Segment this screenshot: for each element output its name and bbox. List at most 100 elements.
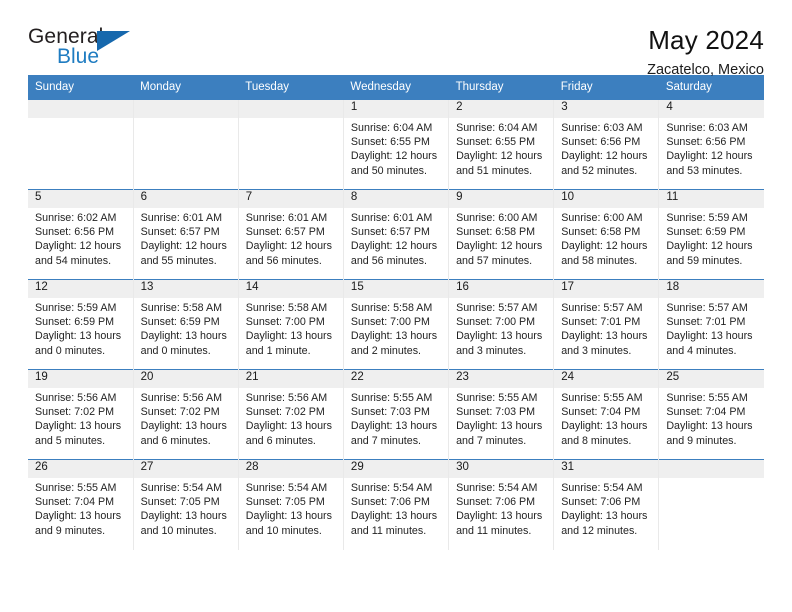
daylight-duration-line2: and 11 minutes. (456, 524, 532, 537)
day-number: 3 (554, 100, 659, 118)
day-number: 14 (238, 280, 343, 298)
day-cell[interactable]: 21 Sunrise: 5:56 AM Sunset: 7:02 PM Dayligh… (237, 369, 344, 460)
daylight-duration-line2: and 9 minutes. (666, 434, 737, 447)
day-cell[interactable]: 8 Sunrise: 6:01 AM Sunset: 6:57 PM Daylight… (342, 189, 449, 280)
day-cell[interactable]: 19 Sunrise: 5:56 AM Sunset: 7:02 PM Dayligh… (28, 369, 134, 460)
sunset-time: Sunset: 6:56 PM (35, 226, 115, 239)
sunrise-time: Sunrise: 5:54 AM (140, 482, 223, 494)
sunrise-time: Sunrise: 5:56 AM (140, 392, 223, 404)
day-cell[interactable]: 9 Sunrise: 6:00 AM Sunset: 6:58 PM Daylight… (448, 189, 554, 280)
day-cell[interactable]: 24 Sunrise: 5:55 AM Sunset: 7:04 PM Dayligh… (553, 369, 659, 460)
day-details: Sunrise: 5:54 AM Sunset: 7:06 PM Daylight:… (344, 478, 448, 538)
generalblue-logo[interactable]: General Blue (28, 26, 158, 74)
day-cell[interactable]: 12 Sunrise: 5:59 AM Sunset: 6:59 PM Dayligh… (28, 279, 134, 370)
day-cell[interactable]: 14 Sunrise: 5:58 AM Sunset: 7:00 PM Dayligh… (237, 279, 344, 370)
daylight-duration-line2: and 5 minutes. (35, 434, 106, 447)
page-title: May 2024 (648, 25, 764, 55)
day-cell[interactable]: 10 Sunrise: 6:00 AM Sunset: 6:58 PM Dayligh… (553, 189, 659, 280)
daylight-duration-line1: Daylight: 13 hours (245, 330, 332, 343)
day-number (133, 100, 238, 118)
sunset-time: Sunset: 7:05 PM (140, 496, 220, 509)
day-number: 17 (554, 280, 659, 298)
daylight-duration-line1: Daylight: 13 hours (140, 330, 227, 343)
day-cell[interactable]: 1 Sunrise: 6:04 AM Sunset: 6:55 PM Daylight… (342, 99, 449, 190)
day-cell[interactable]: 17 Sunrise: 5:57 AM Sunset: 7:01 PM Dayligh… (553, 279, 659, 370)
sunset-time: Sunset: 7:02 PM (140, 406, 220, 419)
day-cell[interactable]: 26 Sunrise: 5:55 AM Sunset: 7:04 PM Dayligh… (28, 459, 134, 550)
daylight-duration-line1: Daylight: 13 hours (350, 510, 438, 523)
sunrise-time: Sunrise: 6:04 AM (350, 122, 433, 134)
daylight-duration-line1: Daylight: 12 hours (456, 150, 543, 163)
day-cell[interactable]: 23 Sunrise: 5:55 AM Sunset: 7:03 PM Dayligh… (448, 369, 554, 460)
daylight-duration-line2: and 4 minutes. (666, 344, 737, 357)
day-cell[interactable]: 3 Sunrise: 6:03 AM Sunset: 6:56 PM Daylight… (553, 99, 659, 190)
sunset-time: Sunset: 7:01 PM (561, 316, 641, 329)
day-cell[interactable]: 30 Sunrise: 5:54 AM Sunset: 7:06 PM Dayligh… (448, 459, 554, 550)
day-details: Sunrise: 6:03 AM Sunset: 6:56 PM Daylight:… (659, 118, 764, 178)
daylight-duration-line2: and 7 minutes. (456, 434, 527, 447)
weekday-header-tuesday: Tuesday (238, 75, 344, 100)
daylight-duration-line1: Daylight: 13 hours (35, 510, 122, 523)
daylight-duration-line2: and 1 minute. (245, 344, 311, 357)
daylight-duration-line2: and 50 minutes. (350, 164, 427, 177)
day-number (28, 100, 133, 118)
daylight-duration-line1: Daylight: 13 hours (666, 420, 753, 433)
day-cell[interactable]: 29 Sunrise: 5:54 AM Sunset: 7:06 PM Dayligh… (342, 459, 449, 550)
daylight-duration-line1: Daylight: 13 hours (561, 330, 648, 343)
day-cell[interactable]: 11 Sunrise: 5:59 AM Sunset: 6:59 PM Dayligh… (658, 189, 764, 280)
day-cell[interactable]: 5 Sunrise: 6:02 AM Sunset: 6:56 PM Daylight… (28, 189, 134, 280)
day-number (238, 100, 343, 118)
sunrise-time: Sunrise: 6:01 AM (140, 212, 223, 224)
day-cell[interactable]: 18 Sunrise: 5:57 AM Sunset: 7:01 PM Dayligh… (658, 279, 764, 370)
sunset-time: Sunset: 6:58 PM (561, 226, 641, 239)
sunrise-time: Sunrise: 5:54 AM (561, 482, 643, 494)
sunrise-time: Sunrise: 5:58 AM (140, 302, 223, 314)
day-cell[interactable]: 20 Sunrise: 5:56 AM Sunset: 7:02 PM Dayligh… (132, 369, 239, 460)
day-cell[interactable]: 22 Sunrise: 5:55 AM Sunset: 7:03 PM Dayligh… (342, 369, 449, 460)
sunset-time: Sunset: 7:02 PM (35, 406, 115, 419)
daylight-duration-line2: and 8 minutes. (561, 434, 632, 447)
sunset-time: Sunset: 6:57 PM (140, 226, 220, 239)
day-number: 5 (28, 190, 133, 208)
sunset-time: Sunset: 7:05 PM (245, 496, 325, 509)
day-details: Sunrise: 6:02 AM Sunset: 6:56 PM Daylight:… (28, 208, 133, 268)
sunset-time: Sunset: 6:55 PM (350, 136, 430, 149)
sunrise-time: Sunrise: 5:55 AM (666, 392, 748, 404)
day-number: 25 (659, 370, 764, 388)
daylight-duration-line1: Daylight: 13 hours (561, 420, 648, 433)
sunrise-time: Sunrise: 6:00 AM (456, 212, 538, 224)
day-cell[interactable]: 13 Sunrise: 5:58 AM Sunset: 6:59 PM Dayligh… (132, 279, 239, 370)
daylight-duration-line2: and 6 minutes. (140, 434, 211, 447)
day-cell[interactable]: 28 Sunrise: 5:54 AM Sunset: 7:05 PM Dayligh… (237, 459, 344, 550)
day-cell[interactable]: 7 Sunrise: 6:01 AM Sunset: 6:57 PM Daylight… (237, 189, 344, 280)
day-cell-empty (132, 99, 239, 190)
day-details: Sunrise: 5:54 AM Sunset: 7:05 PM Daylight:… (239, 478, 343, 538)
day-cell[interactable]: 31 Sunrise: 5:54 AM Sunset: 7:06 PM Dayligh… (553, 459, 659, 550)
day-cell[interactable]: 4 Sunrise: 6:03 AM Sunset: 6:56 PM Daylight… (658, 99, 764, 190)
day-details: Sunrise: 6:01 AM Sunset: 6:57 PM Daylight:… (239, 208, 343, 268)
weekday-header-wednesday: Wednesday (343, 75, 449, 100)
day-number: 20 (133, 370, 238, 388)
sunset-time: Sunset: 6:59 PM (35, 316, 115, 329)
day-details: Sunrise: 5:56 AM Sunset: 7:02 PM Daylight:… (28, 388, 133, 448)
sun-times-calendar: Sunday Monday Tuesday Wednesday Thursday Frid… (28, 75, 764, 550)
daylight-duration-line2: and 11 minutes. (350, 524, 427, 537)
day-cell[interactable]: 15 Sunrise: 5:58 AM Sunset: 7:00 PM Dayligh… (342, 279, 449, 370)
daylight-duration-line2: and 51 minutes. (456, 164, 533, 177)
day-cell[interactable]: 6 Sunrise: 6:01 AM Sunset: 6:57 PM Daylight… (132, 189, 239, 280)
day-details: Sunrise: 5:54 AM Sunset: 7:06 PM Daylight:… (554, 478, 658, 538)
day-cell[interactable]: 16 Sunrise: 5:57 AM Sunset: 7:00 PM Dayligh… (448, 279, 554, 370)
day-cell[interactable]: 2 Sunrise: 6:04 AM Sunset: 6:55 PM Daylight… (448, 99, 554, 190)
day-cell[interactable]: 27 Sunrise: 5:54 AM Sunset: 7:05 PM Dayligh… (132, 459, 239, 550)
calendar-week-row: 19 Sunrise: 5:56 AM Sunset: 7:02 PM Dayligh… (28, 369, 764, 460)
daylight-duration-line1: Daylight: 13 hours (140, 510, 227, 523)
day-details: Sunrise: 6:04 AM Sunset: 6:55 PM Daylight:… (344, 118, 448, 178)
sunset-time: Sunset: 7:03 PM (350, 406, 430, 419)
sunrise-time: Sunrise: 5:55 AM (35, 482, 117, 494)
daylight-duration-line2: and 56 minutes. (350, 254, 427, 267)
title-block: May 2024 Zacatelco, Mexico (647, 25, 764, 78)
page-header: General Blue May 2024 Zacatelco, Mexico (28, 0, 764, 78)
daylight-duration-line2: and 6 minutes. (245, 434, 316, 447)
day-cell[interactable]: 25 Sunrise: 5:55 AM Sunset: 7:04 PM Dayligh… (658, 369, 764, 460)
daylight-duration-line1: Daylight: 13 hours (35, 420, 122, 433)
